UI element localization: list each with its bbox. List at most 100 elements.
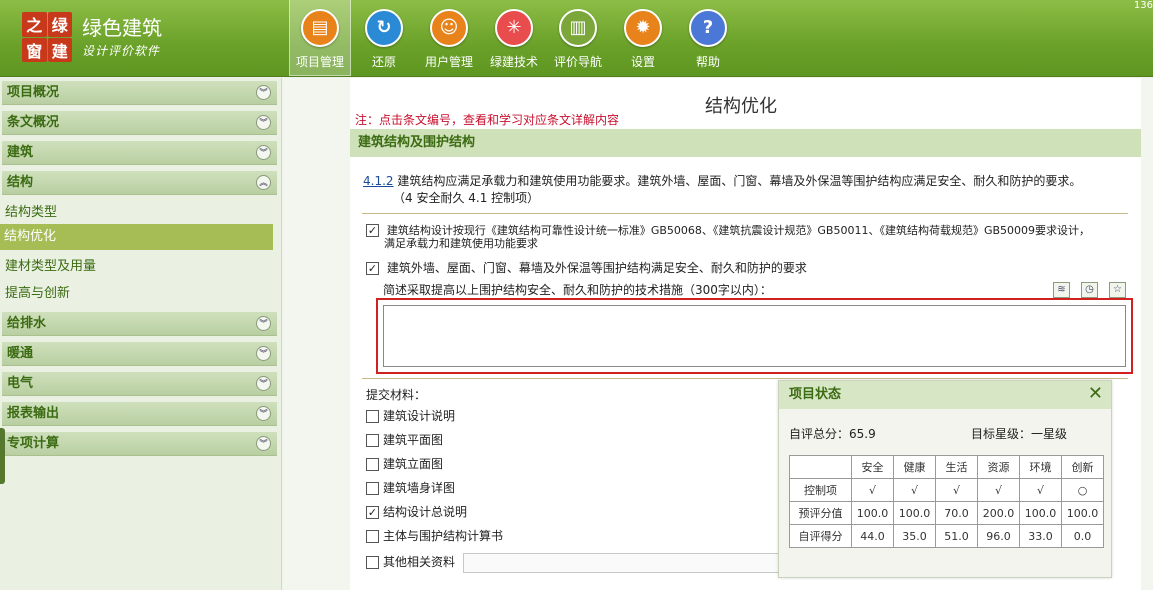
close-icon[interactable]: ✕ [1088, 385, 1103, 403]
chevron-down-icon[interactable]: ︾ [256, 346, 271, 361]
material-checkbox[interactable] [366, 434, 379, 447]
clause-note: 注：点击条文编号，查看和学习对应条文详解内容 [355, 113, 620, 127]
logo-char: 窗 [22, 37, 47, 62]
chevron-down-icon[interactable]: ︾ [256, 316, 271, 331]
column-header: 资源 [977, 455, 1020, 479]
check-label-cont: 满足承载力和建筑使用功能要求 [384, 237, 538, 250]
sidebar-section-project-overview[interactable]: 项目概况 ︾ [2, 81, 277, 105]
materials-label: 提交材料： [366, 388, 427, 402]
material-checkbox[interactable] [366, 530, 379, 543]
sidebar-item-structure-type[interactable]: 结构类型 [5, 201, 57, 220]
sidebar-section-clause-overview[interactable]: 条文概况 ︾ [2, 111, 277, 135]
sidebar-item-innovation[interactable]: 提高与创新 [5, 282, 70, 301]
toolbar-label: 评价导航 [553, 55, 602, 69]
description-label: 简述采取提高以上围护结构安全、耐久和防护的技术措施（300字以内）： [383, 283, 772, 297]
table-cell: √ [1019, 478, 1062, 502]
star-icon[interactable]: ☆ [1109, 282, 1126, 298]
self-score: 自评总分：65.9 [789, 425, 876, 442]
table-cell: 100.0 [1061, 501, 1104, 525]
toolbar-button-6[interactable]: ? 帮助 [677, 0, 739, 76]
chevron-down-icon[interactable]: ︾ [256, 85, 271, 100]
chevron-down-icon[interactable]: ︾ [256, 115, 271, 130]
side-tab-grip[interactable] [0, 428, 5, 484]
chevron-down-icon[interactable]: ︾ [256, 436, 271, 451]
section-label: 专项计算 [7, 436, 60, 451]
network-icon: ✳ [495, 9, 533, 47]
sidebar-section-hvac[interactable]: 暖通 ︾ [2, 342, 277, 366]
check-row-structure-design: ✓ 建筑结构设计按现行《建筑结构可靠性设计统一标准》GB50068、《建筑抗震设… [366, 224, 1090, 250]
table-cell: 100.0 [893, 501, 936, 525]
section-label: 结构 [7, 175, 34, 190]
table-cell: 100.0 [851, 501, 894, 525]
table-cell: 200.0 [977, 501, 1020, 525]
book-icon: ▥ [559, 9, 597, 47]
status-title: 项目状态 [779, 381, 1111, 409]
table-cell: 51.0 [935, 524, 978, 548]
chevron-down-icon[interactable]: ︾ [256, 145, 271, 160]
material-checkbox[interactable]: ✓ [366, 506, 379, 519]
clock-icon[interactable]: ◷ [1081, 282, 1098, 298]
sidebar-item-structure-optimization[interactable]: 结构优化 [0, 224, 273, 250]
material-label: 主体与围护结构计算书 [383, 529, 504, 543]
material-label: 建筑墙身详图 [383, 481, 456, 495]
table-cell: √ [893, 478, 936, 502]
material-checkbox[interactable] [366, 482, 379, 495]
layers-icon[interactable]: ≋ [1053, 282, 1070, 298]
project-status-panel: 项目状态 ✕ 自评总分：65.9 目标星级：一星级 安全 健康 生活 资源 环境… [778, 380, 1112, 578]
structure-design-checkbox[interactable]: ✓ [366, 224, 379, 237]
toolbar-label: 项目管理 [295, 55, 344, 69]
toolbar-button-1[interactable]: ↻ 还原 [353, 0, 415, 76]
clause-category: （4 安全耐久 4.1 控制项） [393, 191, 540, 205]
user-icon: ☺ [430, 9, 468, 47]
envelope-safety-checkbox[interactable]: ✓ [366, 262, 379, 275]
table-cell: √ [851, 478, 894, 502]
toolbar-label: 设置 [630, 55, 655, 69]
toolbar-button-2[interactable]: ☺ 用户管理 [418, 0, 480, 76]
app-title: 绿色建筑 [82, 16, 162, 40]
column-header: 创新 [1061, 455, 1104, 479]
row-label: 预评分值 [789, 501, 852, 525]
table-cell: 96.0 [977, 524, 1020, 548]
section-label: 电气 [7, 376, 34, 391]
clause-code-link[interactable]: 4.1.2 [363, 174, 394, 188]
material-label: 建筑设计说明 [383, 409, 456, 423]
table-row: 自评得分 44.0 35.0 51.0 96.0 33.0 0.0 [789, 524, 1104, 548]
sidebar-section-electrical[interactable]: 电气 ︾ [2, 372, 277, 396]
chevron-down-icon[interactable]: ︾ [256, 376, 271, 391]
table-row: 控制项 √ √ √ √ √ ○ [789, 478, 1104, 502]
section-label: 暖通 [7, 346, 34, 361]
sidebar-section-special-calc[interactable]: 专项计算 ︾ [2, 432, 277, 456]
description-textarea[interactable] [383, 305, 1126, 367]
column-header: 安全 [851, 455, 894, 479]
chevron-up-icon[interactable]: ︽ [256, 175, 271, 190]
help-icon: ? [689, 9, 727, 47]
material-checkbox[interactable] [366, 410, 379, 423]
material-checkbox[interactable] [366, 556, 379, 569]
chevron-down-icon[interactable]: ︾ [256, 406, 271, 421]
other-materials-input[interactable] [463, 553, 793, 573]
toolbar-button-4[interactable]: ▥ 评价导航 [547, 0, 609, 76]
table-corner [789, 455, 852, 479]
toolbar-button-5[interactable]: ✹ 设置 [612, 0, 674, 76]
table-cell: 0.0 [1061, 524, 1104, 548]
column-header: 健康 [893, 455, 936, 479]
toolbar-label: 绿建技术 [489, 55, 538, 69]
material-item: 建筑立面图 [366, 458, 443, 471]
corner-text: 136 [1133, 0, 1153, 11]
app-logo: 之 绿 窗 建 [22, 12, 72, 62]
logo-char: 建 [47, 37, 72, 62]
material-checkbox[interactable] [366, 458, 379, 471]
sidebar-section-water[interactable]: 给排水 ︾ [2, 312, 277, 336]
sidebar-section-structure[interactable]: 结构 ︽ [2, 171, 277, 195]
self-score-label: 自评总分： [789, 427, 850, 441]
description-textarea-highlight [376, 298, 1133, 374]
toolbar-button-0[interactable]: ▤ 项目管理 [289, 0, 351, 76]
toolbar-button-3[interactable]: ✳ 绿建技术 [483, 0, 545, 76]
section-header: 建筑结构及围护结构 [350, 129, 1141, 157]
material-item: ✓ 结构设计总说明 [366, 506, 467, 519]
section-label: 项目概况 [7, 85, 60, 100]
sidebar-item-material-type[interactable]: 建材类型及用量 [5, 255, 96, 274]
section-label: 报表输出 [7, 406, 60, 421]
sidebar-section-reports[interactable]: 报表输出 ︾ [2, 402, 277, 426]
sidebar-section-architecture[interactable]: 建筑 ︾ [2, 141, 277, 165]
